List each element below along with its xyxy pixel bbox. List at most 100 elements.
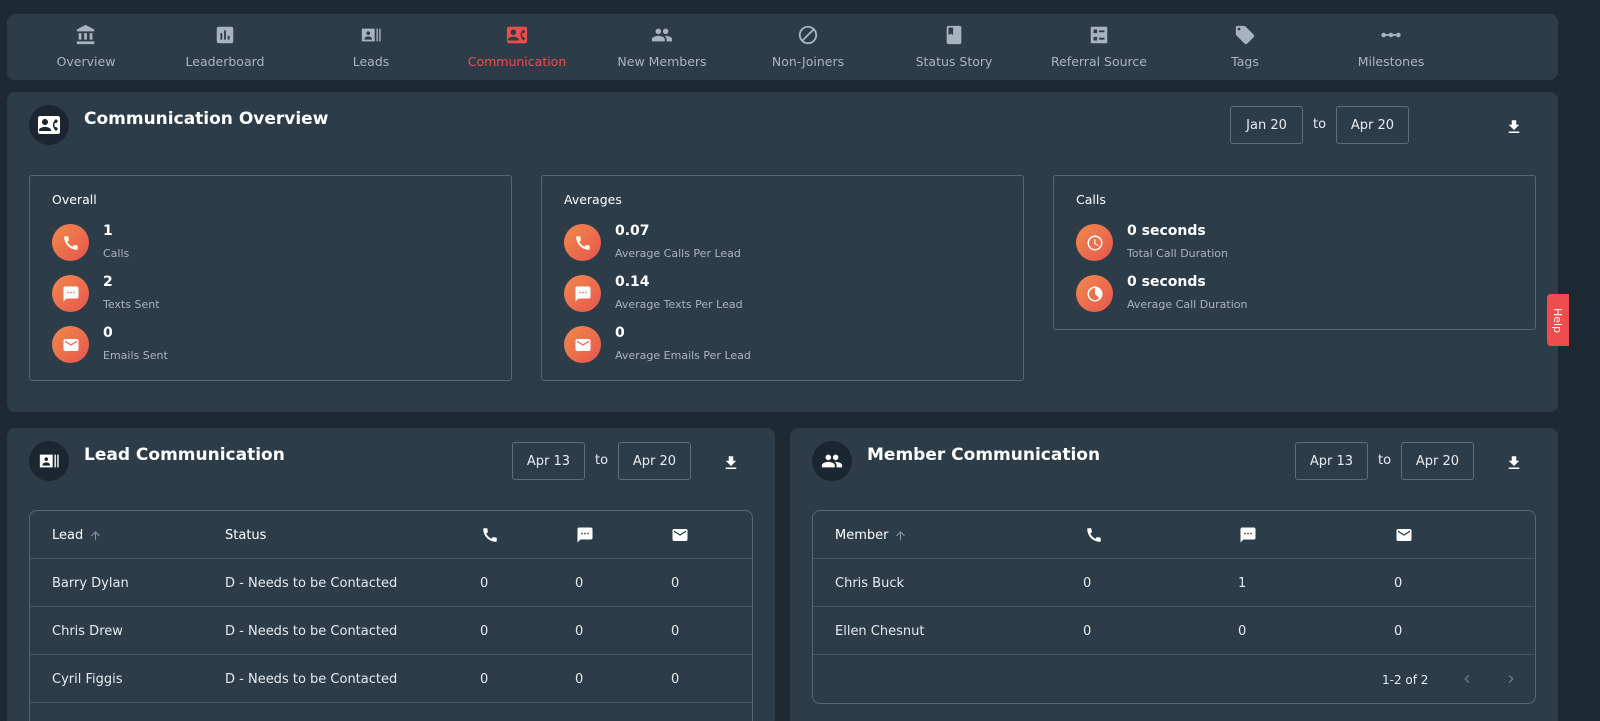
leaderboard-icon [216,26,234,44]
stat-value: 1 [103,223,113,239]
emails-count: 0 [671,671,680,687]
stat-label: Calls [103,247,130,260]
section-title: Lead Communication [84,445,285,465]
table-row[interactable]: Barry Dylan D - Needs to be Contacted 0 … [30,559,752,607]
texts-count: 0 [575,671,584,687]
date-to-input[interactable]: Apr 20 [618,442,691,480]
card-title: Averages [564,192,622,207]
calls-count: 0 [480,623,489,639]
fact-check-icon [1090,26,1108,44]
email-icon[interactable] [1395,511,1413,559]
calls-count: 0 [480,575,489,591]
table-row[interactable]: Chris Buck 0 1 0 [813,559,1535,607]
contact-card-icon [506,26,528,44]
texts-count: 0 [1238,623,1247,639]
help-tab[interactable]: Help [1547,294,1569,346]
member-table: Member Chris Buck 0 1 0 Ellen Chesnut 0 … [812,510,1536,704]
nav-item-leaderboard[interactable]: Leaderboard [155,14,295,80]
header-label: Member [835,527,889,543]
date-from-input[interactable]: Jan 20 [1230,106,1303,144]
member-communication-panel: Member Communication Apr 13 to Apr 20 Me… [790,428,1558,721]
date-from-input[interactable]: Apr 13 [512,442,585,480]
email-icon[interactable] [671,511,689,559]
member-column-header[interactable]: Member [835,511,907,559]
people-icon [651,28,673,42]
nav-label: New Members [617,54,707,69]
nav-item-new-members[interactable]: New Members [592,14,732,80]
status-column-header[interactable]: Status [225,511,266,559]
nav-item-referral-source[interactable]: Referral Source [1029,14,1169,80]
nav-item-milestones[interactable]: Milestones [1321,14,1461,80]
lead-status: D - Needs to be Contacted [225,575,398,591]
lead-name: Barry Dylan [52,575,129,591]
stat-label: Average Emails Per Lead [615,349,751,362]
phone-icon[interactable] [1085,511,1103,559]
calls-count: 0 [1083,623,1092,639]
next-page-icon[interactable] [1503,671,1519,690]
phone-icon[interactable] [481,511,499,559]
contacts-icon [29,441,69,481]
stat-label: Emails Sent [103,349,168,362]
table-header: Lead Status [30,511,752,559]
date-to-input[interactable]: Apr 20 [1336,106,1409,144]
download-icon[interactable] [1502,115,1526,139]
people-icon [812,441,852,481]
sms-icon [564,275,601,312]
nav-item-tags[interactable]: Tags [1175,14,1315,80]
date-to-input[interactable]: Apr 20 [1401,442,1474,480]
to-label: to [1378,453,1392,468]
nav-item-leads[interactable]: Leads [301,14,441,80]
timeline-icon [1381,32,1401,38]
download-icon[interactable] [1502,451,1526,475]
member-name: Chris Buck [835,575,905,591]
card-title: Overall [52,192,97,207]
bank-icon [76,24,95,45]
nav-item-status-story[interactable]: Status Story [884,14,1024,80]
nav-item-non-joiners[interactable]: Non-Joiners [738,14,878,80]
book-icon [946,25,962,45]
communication-overview-panel: Communication Overview Jan 20 to Apr 20 … [7,92,1558,412]
table-row[interactable]: Ellen Chesnut 0 0 0 [813,607,1535,655]
stat-texts: 2 Texts Sent [52,274,452,315]
sms-icon[interactable] [576,511,594,559]
emails-count: 0 [671,623,680,639]
stat-value: 2 [103,274,113,290]
lead-column-header[interactable]: Lead [52,511,102,559]
phone-icon [564,224,601,261]
nav-item-overview[interactable]: Overview [16,14,156,80]
emails-count: 0 [671,575,680,591]
table-row[interactable]: Cyril Figgis D - Needs to be Contacted 0… [30,655,752,703]
download-icon[interactable] [719,451,743,475]
nav-item-communication[interactable]: Communication [447,14,587,80]
nav-label: Milestones [1357,54,1425,69]
averages-card: Averages 0.07 Average Calls Per Lead 0.1… [541,175,1024,381]
stat-calls: 1 Calls [52,223,452,264]
help-tab-label: Help [1551,307,1565,333]
stat-total-call-duration: 0 seconds Total Call Duration [1076,223,1476,264]
nav-label: Non-Joiners [771,54,845,69]
lead-status: D - Needs to be Contacted [225,671,398,687]
calls-card: Calls 0 seconds Total Call Duration 0 se… [1053,175,1536,330]
overall-card: Overall 1 Calls 2 Texts Sent 0 Emails Se… [29,175,512,381]
table-row[interactable]: Chris Drew D - Needs to be Contacted 0 0… [30,607,752,655]
calls-count: 0 [1083,575,1092,591]
texts-count: 0 [575,623,584,639]
date-from-input[interactable]: Apr 13 [1295,442,1368,480]
email-icon [52,326,89,363]
block-icon [798,25,818,45]
table-header: Member [813,511,1535,559]
prev-page-icon[interactable] [1459,671,1475,690]
contact-card-icon [29,105,69,145]
nav-label: Leaderboard [185,54,265,69]
stat-emails: 0 Emails Sent [52,325,452,366]
nav-label: Status Story [915,54,993,69]
to-label: to [595,453,609,468]
stat-average-call-duration: 0 seconds Average Call Duration [1076,274,1476,315]
lead-name: Chris Drew [52,623,123,639]
sms-icon[interactable] [1239,511,1257,559]
stat-avg-emails: 0 Average Emails Per Lead [564,325,964,366]
to-label: to [1313,117,1327,132]
stat-value: 0 seconds [1127,274,1206,290]
phone-icon [52,224,89,261]
stat-label: Texts Sent [103,298,160,311]
